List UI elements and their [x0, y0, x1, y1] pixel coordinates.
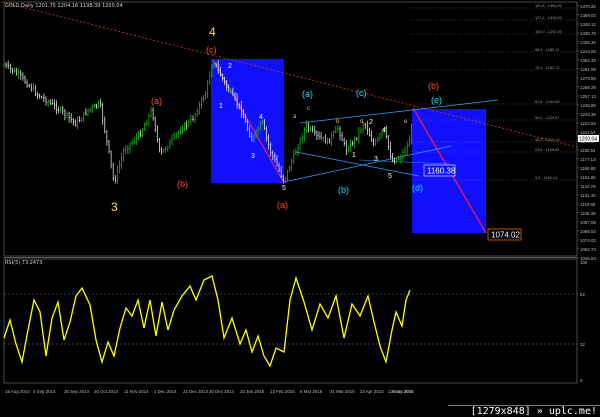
- target-text-2: 1074.02: [491, 231, 520, 240]
- price-tick-label: 1074.02: [580, 238, 596, 243]
- price-tick-label: 1279.89: [580, 76, 596, 81]
- rsi-line: [3, 275, 411, 368]
- fib-level-label: 61.8 - 1244.69: [535, 100, 560, 104]
- subwave-c: c: [307, 106, 310, 112]
- price-tick-label: 1359.03: [580, 13, 596, 18]
- price-tick-label: 1245.88: [580, 103, 596, 108]
- date-tick-label: 31 Mar 2015: [330, 389, 355, 394]
- price-tick-label: 1177.13: [580, 157, 596, 162]
- wave-major-3: 3: [111, 200, 118, 214]
- chart-title: GOLD,Daily 1201.75 1204.16 1198.39 1200.…: [5, 3, 123, 9]
- price-tick-label: 1119.98: [580, 202, 596, 207]
- fib-level-label: 38.2 - 1215.13: [535, 138, 560, 142]
- wave-m3: 3: [374, 156, 378, 163]
- rsi-tick-label: 100: [580, 260, 588, 265]
- fib-level-label: 161.8 - 1359.05: [535, 4, 562, 8]
- price-tick-label: 1165.85: [580, 166, 596, 171]
- fib-level-label: 88.6 - 1280.11: [535, 48, 559, 52]
- price-chart[interactable]: 161.8 - 1359.05 127.2 - 1318.93 100.0 - 12…: [0, 0, 600, 417]
- wave-b-cyan: (b): [338, 185, 349, 195]
- wave-b-left: (b): [177, 179, 188, 189]
- price-tick-label: 1291.08: [580, 67, 596, 72]
- price-tick-label: 1336.79: [580, 31, 596, 36]
- rsi-axis: 100 82 32 0: [580, 260, 588, 383]
- wave-a-left: (a): [151, 96, 162, 106]
- target-text-1: 1160.38: [427, 167, 456, 176]
- fib-level-label: 0.0 - 1162.14: [535, 176, 557, 180]
- rsi-tick-label: 82: [580, 292, 585, 297]
- date-tick-label: 30 Dec 2014: [209, 389, 234, 394]
- oscillator-title: RSI(5) 73.2473: [5, 260, 43, 266]
- price-tick-label: 1188.54: [580, 148, 596, 153]
- current-price-text: 1200.04: [579, 137, 597, 143]
- price-axis: 1370.25 1359.03 1348.12 1336.79 1325.30 1314.…: [577, 4, 596, 261]
- price-tick-label: 1222.94: [580, 121, 596, 126]
- fib-level-label: 76.4 - 1262.72: [535, 66, 560, 70]
- price-tick-label: 1302.32: [580, 58, 596, 63]
- rsi-tick-label: 32: [580, 342, 585, 347]
- chart-window: 161.8 - 1359.05 127.2 - 1318.93 100.0 - 12…: [0, 0, 600, 417]
- wave-m1: 1: [352, 152, 356, 159]
- wave-n2: 2: [228, 63, 232, 70]
- wave-m4: 4: [382, 127, 386, 134]
- date-tick-label: 11 Nov 2014: [124, 389, 149, 394]
- date-tick-label: 13 Feb 2015: [270, 389, 295, 394]
- date-tick-label: 15 Aug 2014: [5, 389, 30, 394]
- price-tick-label: 1211.64: [580, 130, 596, 135]
- price-tick-label: 1314.05: [580, 49, 596, 54]
- wave-n1: 1: [219, 103, 223, 110]
- date-tick-label: 22 Dec 2014: [183, 389, 208, 394]
- price-tick-label: 1348.12: [580, 22, 596, 27]
- date-tick-label: 30 Sep 2014: [64, 389, 89, 394]
- price-tick-label: 1257.13: [580, 94, 596, 99]
- price-tick-label: 1085.53: [580, 229, 596, 234]
- price-tick-label: 1154.06: [580, 175, 596, 180]
- wave-d-cyan: (d): [412, 183, 423, 193]
- price-pane-border: [3, 1, 578, 257]
- wave-major-4: 4: [209, 25, 216, 39]
- date-axis: 15 Aug 2014 4 Sep 2014 30 Sep 2014 20 Oct 2…: [5, 389, 414, 394]
- subwave-a: a: [293, 114, 297, 120]
- price-tick-label: 1062.73: [580, 247, 596, 252]
- wave-a-low: (a): [277, 200, 288, 210]
- wave-e-cyan: (e): [431, 95, 442, 105]
- price-tick-label: 1234.39: [580, 112, 596, 117]
- wave-n3: 3: [251, 153, 255, 160]
- date-tick-label: 20 Oct 2014: [94, 389, 118, 394]
- wave-b-right: (b): [428, 81, 439, 91]
- subwave-d: d: [360, 119, 363, 125]
- wave-a-cyan: (a): [302, 89, 313, 99]
- fib-level-label: 127.2 - 1318.93: [535, 16, 562, 20]
- subwave-b: b: [336, 119, 340, 125]
- price-bars: [3, 60, 413, 185]
- wave-n4: 4: [259, 114, 263, 121]
- long-term-trendline: [1, 1, 578, 148]
- price-tick-label: 1131.40: [580, 193, 596, 198]
- price-tick-label: 1268.39: [580, 85, 596, 90]
- date-tick-label: 1 Dec 2014: [154, 389, 177, 394]
- date-tick-label: 6 Mar 2015: [300, 389, 323, 394]
- wave-m2: 2: [369, 119, 373, 126]
- fib-level-label: 23.6 - 1196.83: [535, 148, 559, 152]
- date-tick-label: 4 Sep 2014: [33, 389, 56, 394]
- date-tick-label: 8 Jun 2015: [392, 389, 414, 394]
- wave-m5: 5: [388, 173, 392, 180]
- price-tick-label: 1142.76: [580, 184, 596, 189]
- wave-c-cyan: (c): [356, 88, 367, 98]
- fib-level-label: 50.0 - 1229.87: [535, 116, 560, 120]
- watermark: [1279x848] » uplc.me!: [448, 405, 600, 417]
- fib-level-label: 100.0 - 1292.35: [535, 30, 562, 34]
- date-tick-label: 22 Apr 2015: [360, 389, 384, 394]
- price-tick-label: 1108.49: [580, 211, 596, 216]
- rsi-tick-label: 0: [580, 378, 583, 383]
- wave-c-top: (c): [206, 45, 217, 55]
- price-tick-label: 1325.30: [580, 40, 596, 45]
- subwave-e: e: [404, 119, 408, 125]
- wave-n5: 5: [282, 185, 286, 192]
- price-tick-label: 1097.05: [580, 220, 596, 225]
- date-tick-label: 22 Jan 2015: [240, 389, 265, 394]
- rsi-pane-border: [3, 258, 578, 384]
- price-tick-label: 1370.25: [580, 4, 596, 9]
